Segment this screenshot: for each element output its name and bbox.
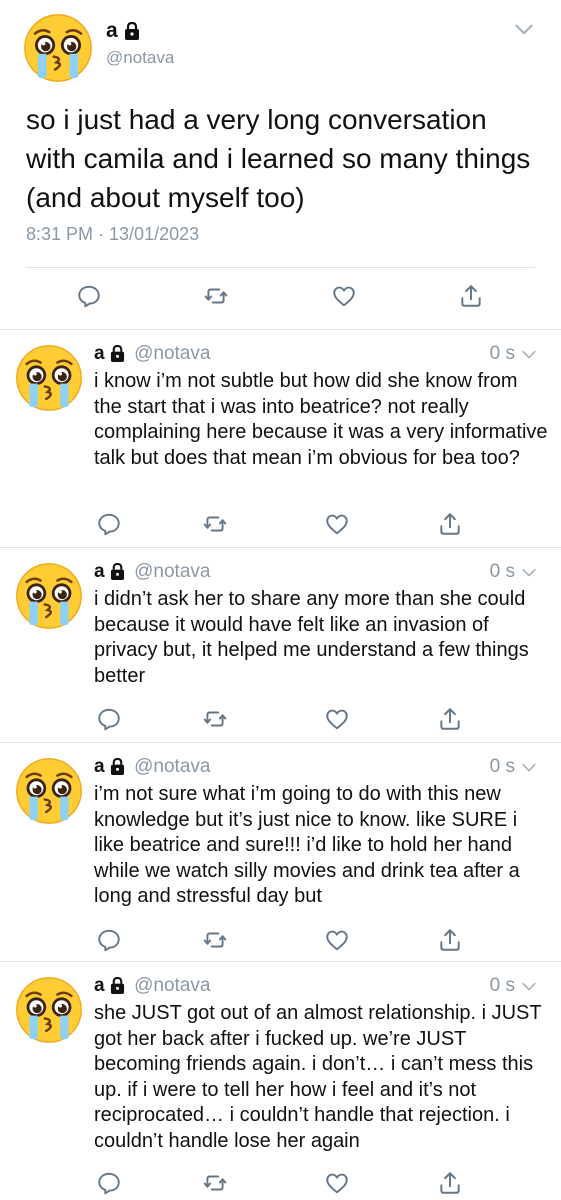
tweet-text: so i just had a very long conversation w… <box>26 104 531 213</box>
reply-time[interactable]: 0 s <box>490 975 515 997</box>
user-handle[interactable]: @notava <box>134 561 210 582</box>
user-handle[interactable]: @notava <box>134 756 210 777</box>
display-name-text: a <box>106 19 118 42</box>
user-handle[interactable]: @notava <box>106 48 174 68</box>
chevron-down-icon[interactable] <box>511 17 537 43</box>
chevron-down-icon[interactable] <box>519 977 539 997</box>
avatar[interactable] <box>22 12 94 84</box>
display-name-text[interactable]: a <box>94 561 105 582</box>
reply-icon[interactable] <box>76 283 102 309</box>
reply-tweet[interactable]: a @notava 0 s i’m not sure what i’m goin… <box>0 744 561 962</box>
reply-actions <box>0 1170 561 1196</box>
share-icon[interactable] <box>437 511 463 537</box>
chevron-down-icon[interactable] <box>519 345 539 365</box>
like-icon[interactable] <box>324 1170 350 1196</box>
retweet-icon[interactable] <box>202 1170 228 1196</box>
retweet-icon[interactable] <box>202 927 228 953</box>
reply-icon[interactable] <box>96 927 122 953</box>
reply-icon[interactable] <box>96 511 122 537</box>
lock-icon <box>110 563 125 580</box>
reply-icon[interactable] <box>96 1170 122 1196</box>
like-icon[interactable] <box>324 706 350 732</box>
retweet-icon[interactable] <box>202 706 228 732</box>
reply-text: i didn’t ask her to share any more than … <box>94 588 529 687</box>
avatar[interactable] <box>14 343 84 413</box>
display-name-text[interactable]: a <box>94 343 105 364</box>
reply-actions <box>0 511 561 537</box>
share-icon[interactable] <box>437 927 463 953</box>
like-icon[interactable] <box>324 511 350 537</box>
user-handle[interactable]: @notava <box>134 975 210 996</box>
reply-time[interactable]: 0 s <box>490 561 515 583</box>
divider <box>26 267 535 268</box>
reply-text: i’m not sure what i’m going to do with t… <box>94 783 520 908</box>
like-icon[interactable] <box>324 927 350 953</box>
user-handle[interactable]: @notava <box>134 343 210 364</box>
chevron-down-icon[interactable] <box>519 563 539 583</box>
display-name-text[interactable]: a <box>94 975 105 996</box>
avatar[interactable] <box>14 975 84 1045</box>
lock-icon <box>124 22 140 40</box>
reply-header: a @notava <box>94 561 210 583</box>
main-tweet[interactable]: a @notava so i just had a very long conv… <box>0 0 561 330</box>
display-name-text[interactable]: a <box>94 756 105 777</box>
share-icon[interactable] <box>458 283 484 309</box>
tweet-timestamp[interactable]: 8:31 PM · 13/01/2023 <box>26 224 199 245</box>
tweet-actions <box>0 283 561 311</box>
lock-icon <box>110 758 125 775</box>
reply-icon[interactable] <box>96 706 122 732</box>
lock-icon <box>110 345 125 362</box>
chevron-down-icon[interactable] <box>519 758 539 778</box>
avatar[interactable] <box>14 561 84 631</box>
reply-time[interactable]: 0 s <box>490 343 515 365</box>
reply-header: a @notava <box>94 343 210 365</box>
reply-tweet[interactable]: a @notava 0 s i didn’t ask her to share … <box>0 549 561 743</box>
reply-header: a @notava <box>94 975 210 997</box>
reply-actions <box>0 927 561 953</box>
like-icon[interactable] <box>331 283 357 309</box>
avatar[interactable] <box>14 756 84 826</box>
retweet-icon[interactable] <box>203 283 229 309</box>
reply-time[interactable]: 0 s <box>490 756 515 778</box>
reply-tweet[interactable]: a @notava 0 s she JUST got out of an alm… <box>0 963 561 1200</box>
reply-text: she JUST got out of an almost relationsh… <box>94 1002 542 1152</box>
share-icon[interactable] <box>437 706 463 732</box>
retweet-icon[interactable] <box>202 511 228 537</box>
reply-tweet[interactable]: a @notava 0 s i know i’m not subtle but … <box>0 331 561 548</box>
share-icon[interactable] <box>437 1170 463 1196</box>
lock-icon <box>110 977 125 994</box>
reply-actions <box>0 706 561 732</box>
reply-header: a @notava <box>94 756 210 778</box>
display-name[interactable]: a <box>106 19 140 43</box>
reply-text: i know i’m not subtle but how did she kn… <box>94 370 548 469</box>
